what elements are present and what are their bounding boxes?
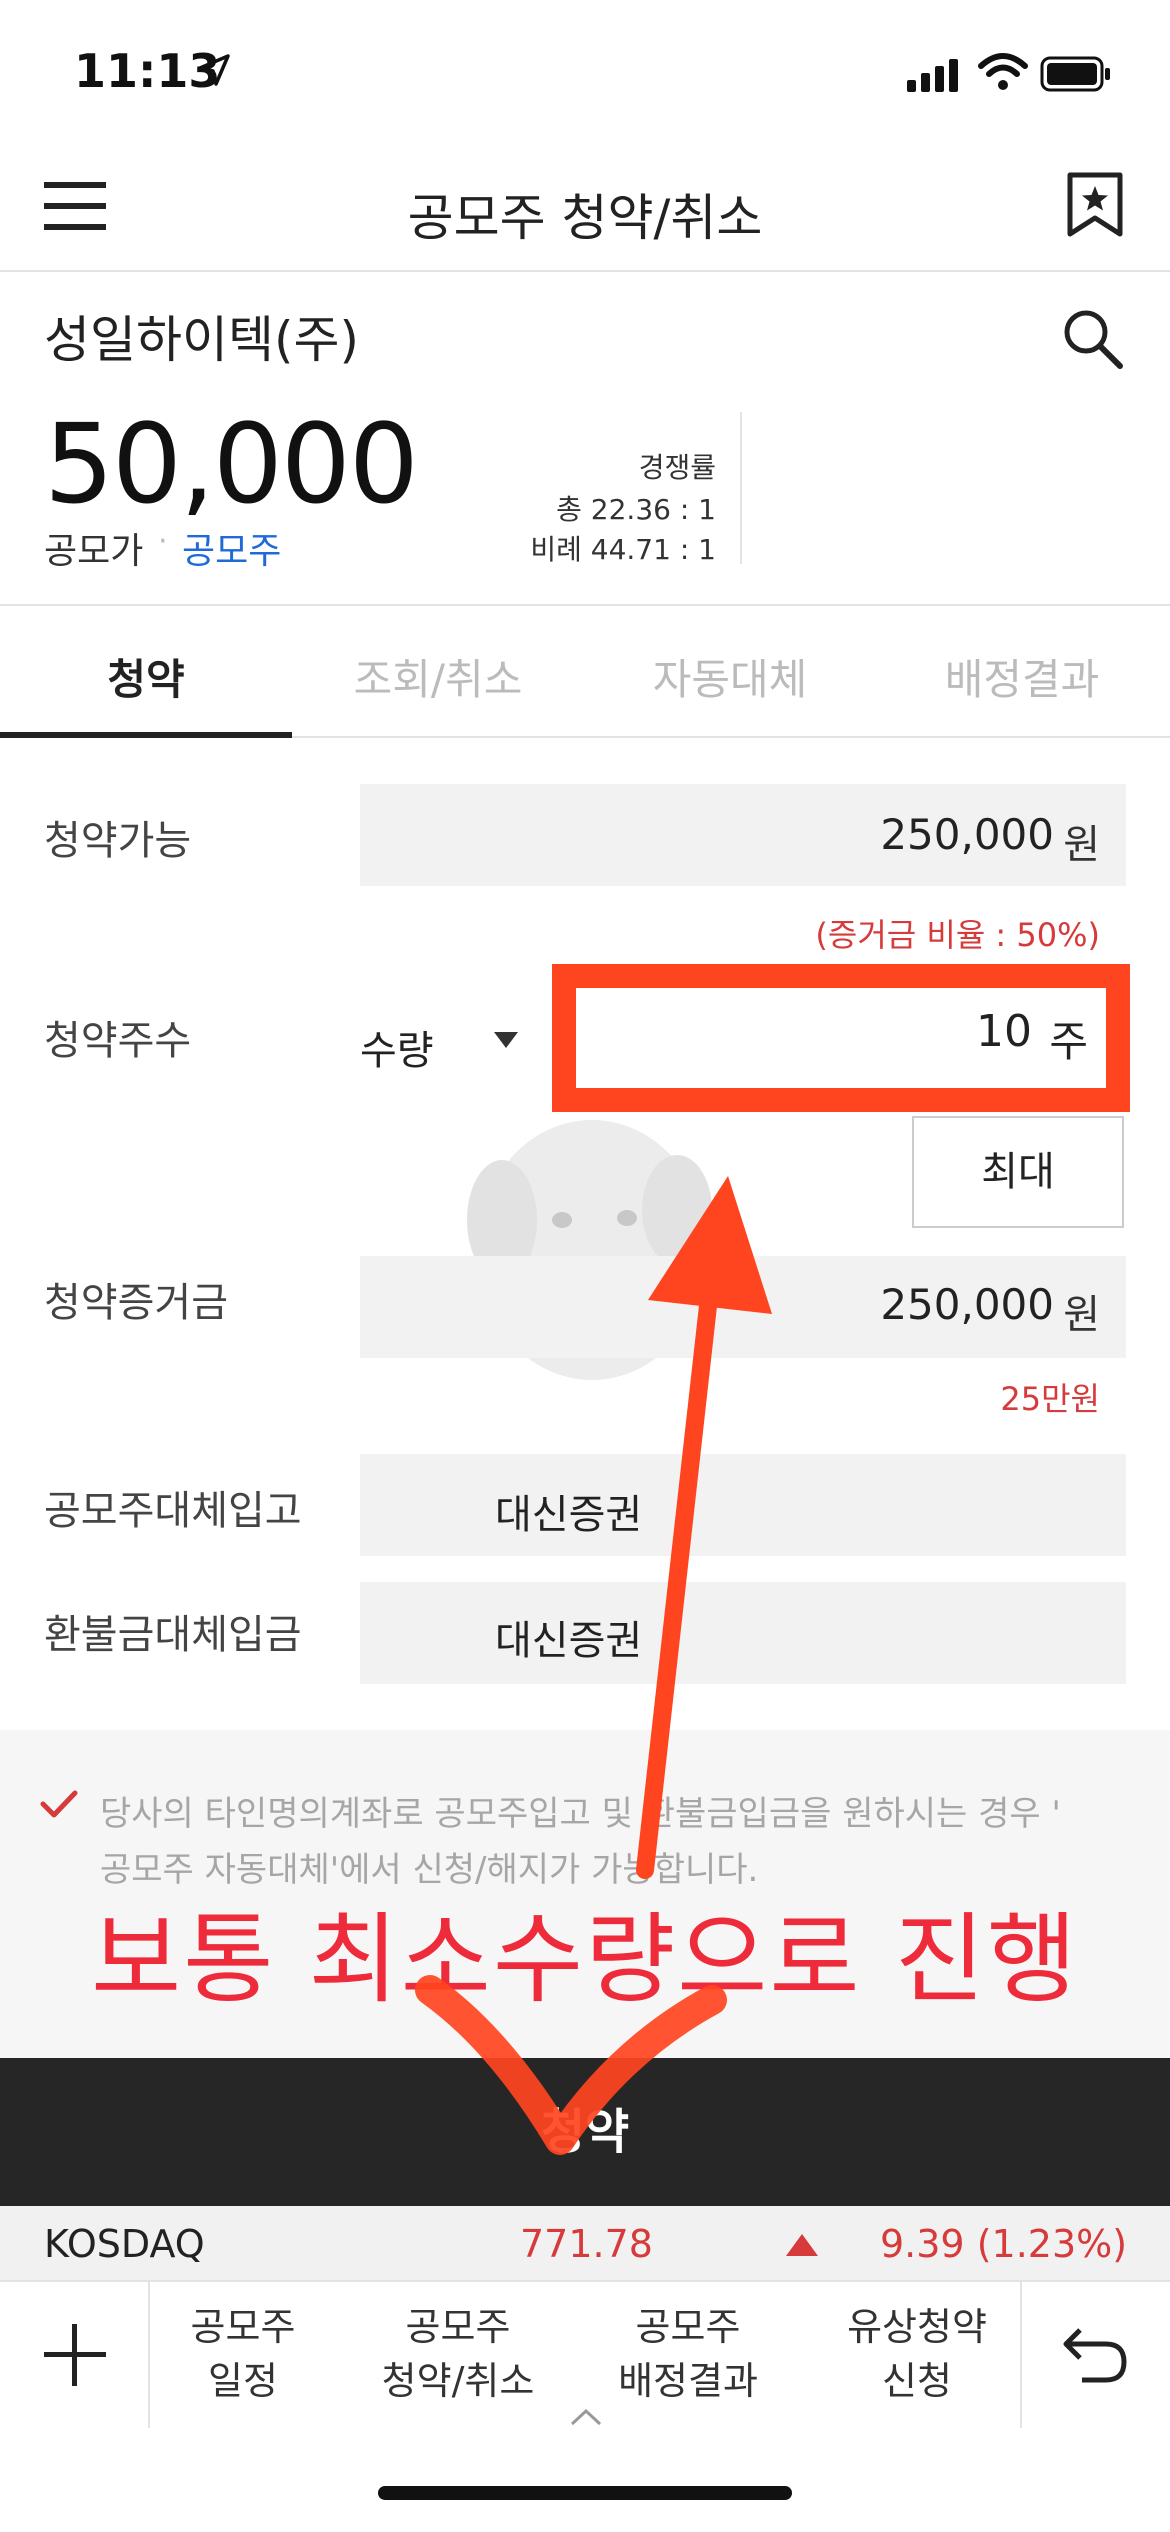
- bottom-item-line: 공모주: [635, 2305, 741, 2349]
- divider: [1020, 2282, 1022, 2428]
- annotation-checkmark: [415, 1975, 727, 2155]
- chevron-up-icon[interactable]: [570, 2408, 602, 2426]
- bottom-item-line: 배정결과: [618, 2359, 758, 2403]
- annotation-arrow-shaft: [636, 1261, 721, 1879]
- annotation-arrow-overlay: [415, 1176, 772, 2155]
- plus-icon[interactable]: [44, 2324, 106, 2386]
- ticker-name: KOSDAQ: [44, 2222, 205, 2266]
- back-arrow-icon[interactable]: [1062, 2324, 1128, 2384]
- bottom-item-ipo-schedule[interactable]: 공모주일정: [150, 2300, 336, 2408]
- bottom-item-ipo-allocation[interactable]: 공모주배정결과: [586, 2300, 790, 2408]
- up-triangle-icon: [786, 2234, 818, 2256]
- bottom-item-rights-offering[interactable]: 유상청약신청: [812, 2300, 1022, 2408]
- bottom-item-line: 일정: [208, 2359, 278, 2403]
- ticker-value: 771.78: [520, 2222, 653, 2266]
- bottom-item-ipo-subscribe[interactable]: 공모주청약/취소: [356, 2300, 560, 2408]
- bottom-item-line: 청약/취소: [381, 2359, 535, 2403]
- home-indicator[interactable]: [378, 2486, 792, 2500]
- bottom-item-line: 신청: [882, 2359, 952, 2403]
- annotation-arrow-head: [648, 1176, 772, 1314]
- bottom-item-line: 유상청약: [847, 2305, 987, 2349]
- bottom-item-line: 공모주: [190, 2305, 296, 2349]
- ticker-change: 9.39 (1.23%): [880, 2222, 1128, 2266]
- bottom-item-line: 공모주: [405, 2305, 511, 2349]
